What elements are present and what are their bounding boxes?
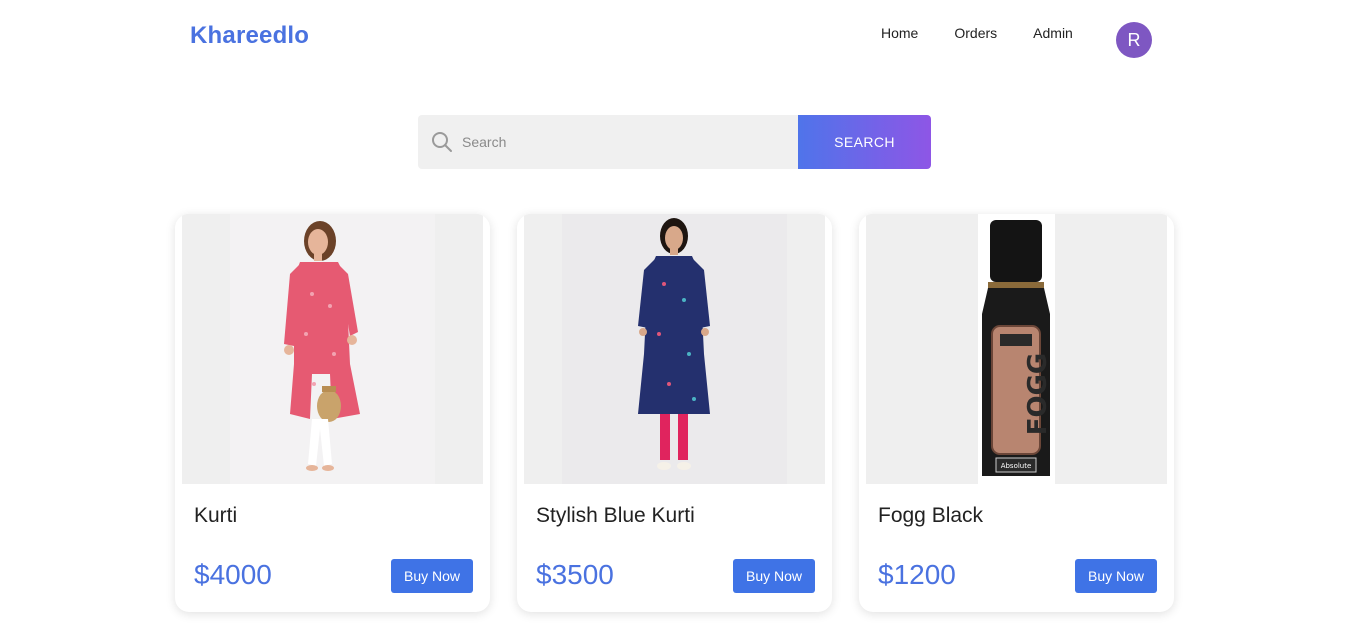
fogg-label-text: FOGG [1023,353,1053,436]
buy-now-button[interactable]: Buy Now [733,559,815,593]
search-icon [431,131,453,153]
product-card: Kurti $4000 Buy Now [175,214,490,612]
product-image[interactable] [182,214,483,484]
product-name[interactable]: Stylish Blue Kurti [536,504,695,528]
nav-admin-link[interactable]: Admin [1033,25,1073,41]
navbar: Khareedlo Home Orders Admin R [0,0,1349,80]
nav-orders-link[interactable]: Orders [954,25,997,41]
fogg-sublabel-text: Absolute [1001,462,1032,470]
search-bar: SEARCH [418,115,931,169]
product-price: $3500 [536,559,614,590]
product-name[interactable]: Fogg Black [878,504,983,528]
user-avatar[interactable]: R [1116,22,1152,58]
search-input[interactable] [462,115,792,169]
product-image[interactable] [524,214,825,484]
product-card: Stylish Blue Kurti $3500 Buy Now [517,214,832,612]
product-grid: Kurti $4000 Buy Now Stylish Blue Kurti $… [175,214,1175,625]
buy-now-button[interactable]: Buy Now [1075,559,1157,593]
product-price: $4000 [194,559,272,590]
brand-logo[interactable]: Khareedlo [190,22,309,50]
search-box [418,115,798,169]
product-price: $1200 [878,559,956,590]
nav-links: Home Orders Admin [881,25,1109,41]
nav-home-link[interactable]: Home [881,25,918,41]
product-image[interactable]: FOGG Absolute [866,214,1167,484]
search-button[interactable]: SEARCH [798,115,931,169]
buy-now-button[interactable]: Buy Now [391,559,473,593]
product-name[interactable]: Kurti [194,504,237,528]
product-card: FOGG Absolute Fogg Black $1200 Buy Now [859,214,1174,612]
